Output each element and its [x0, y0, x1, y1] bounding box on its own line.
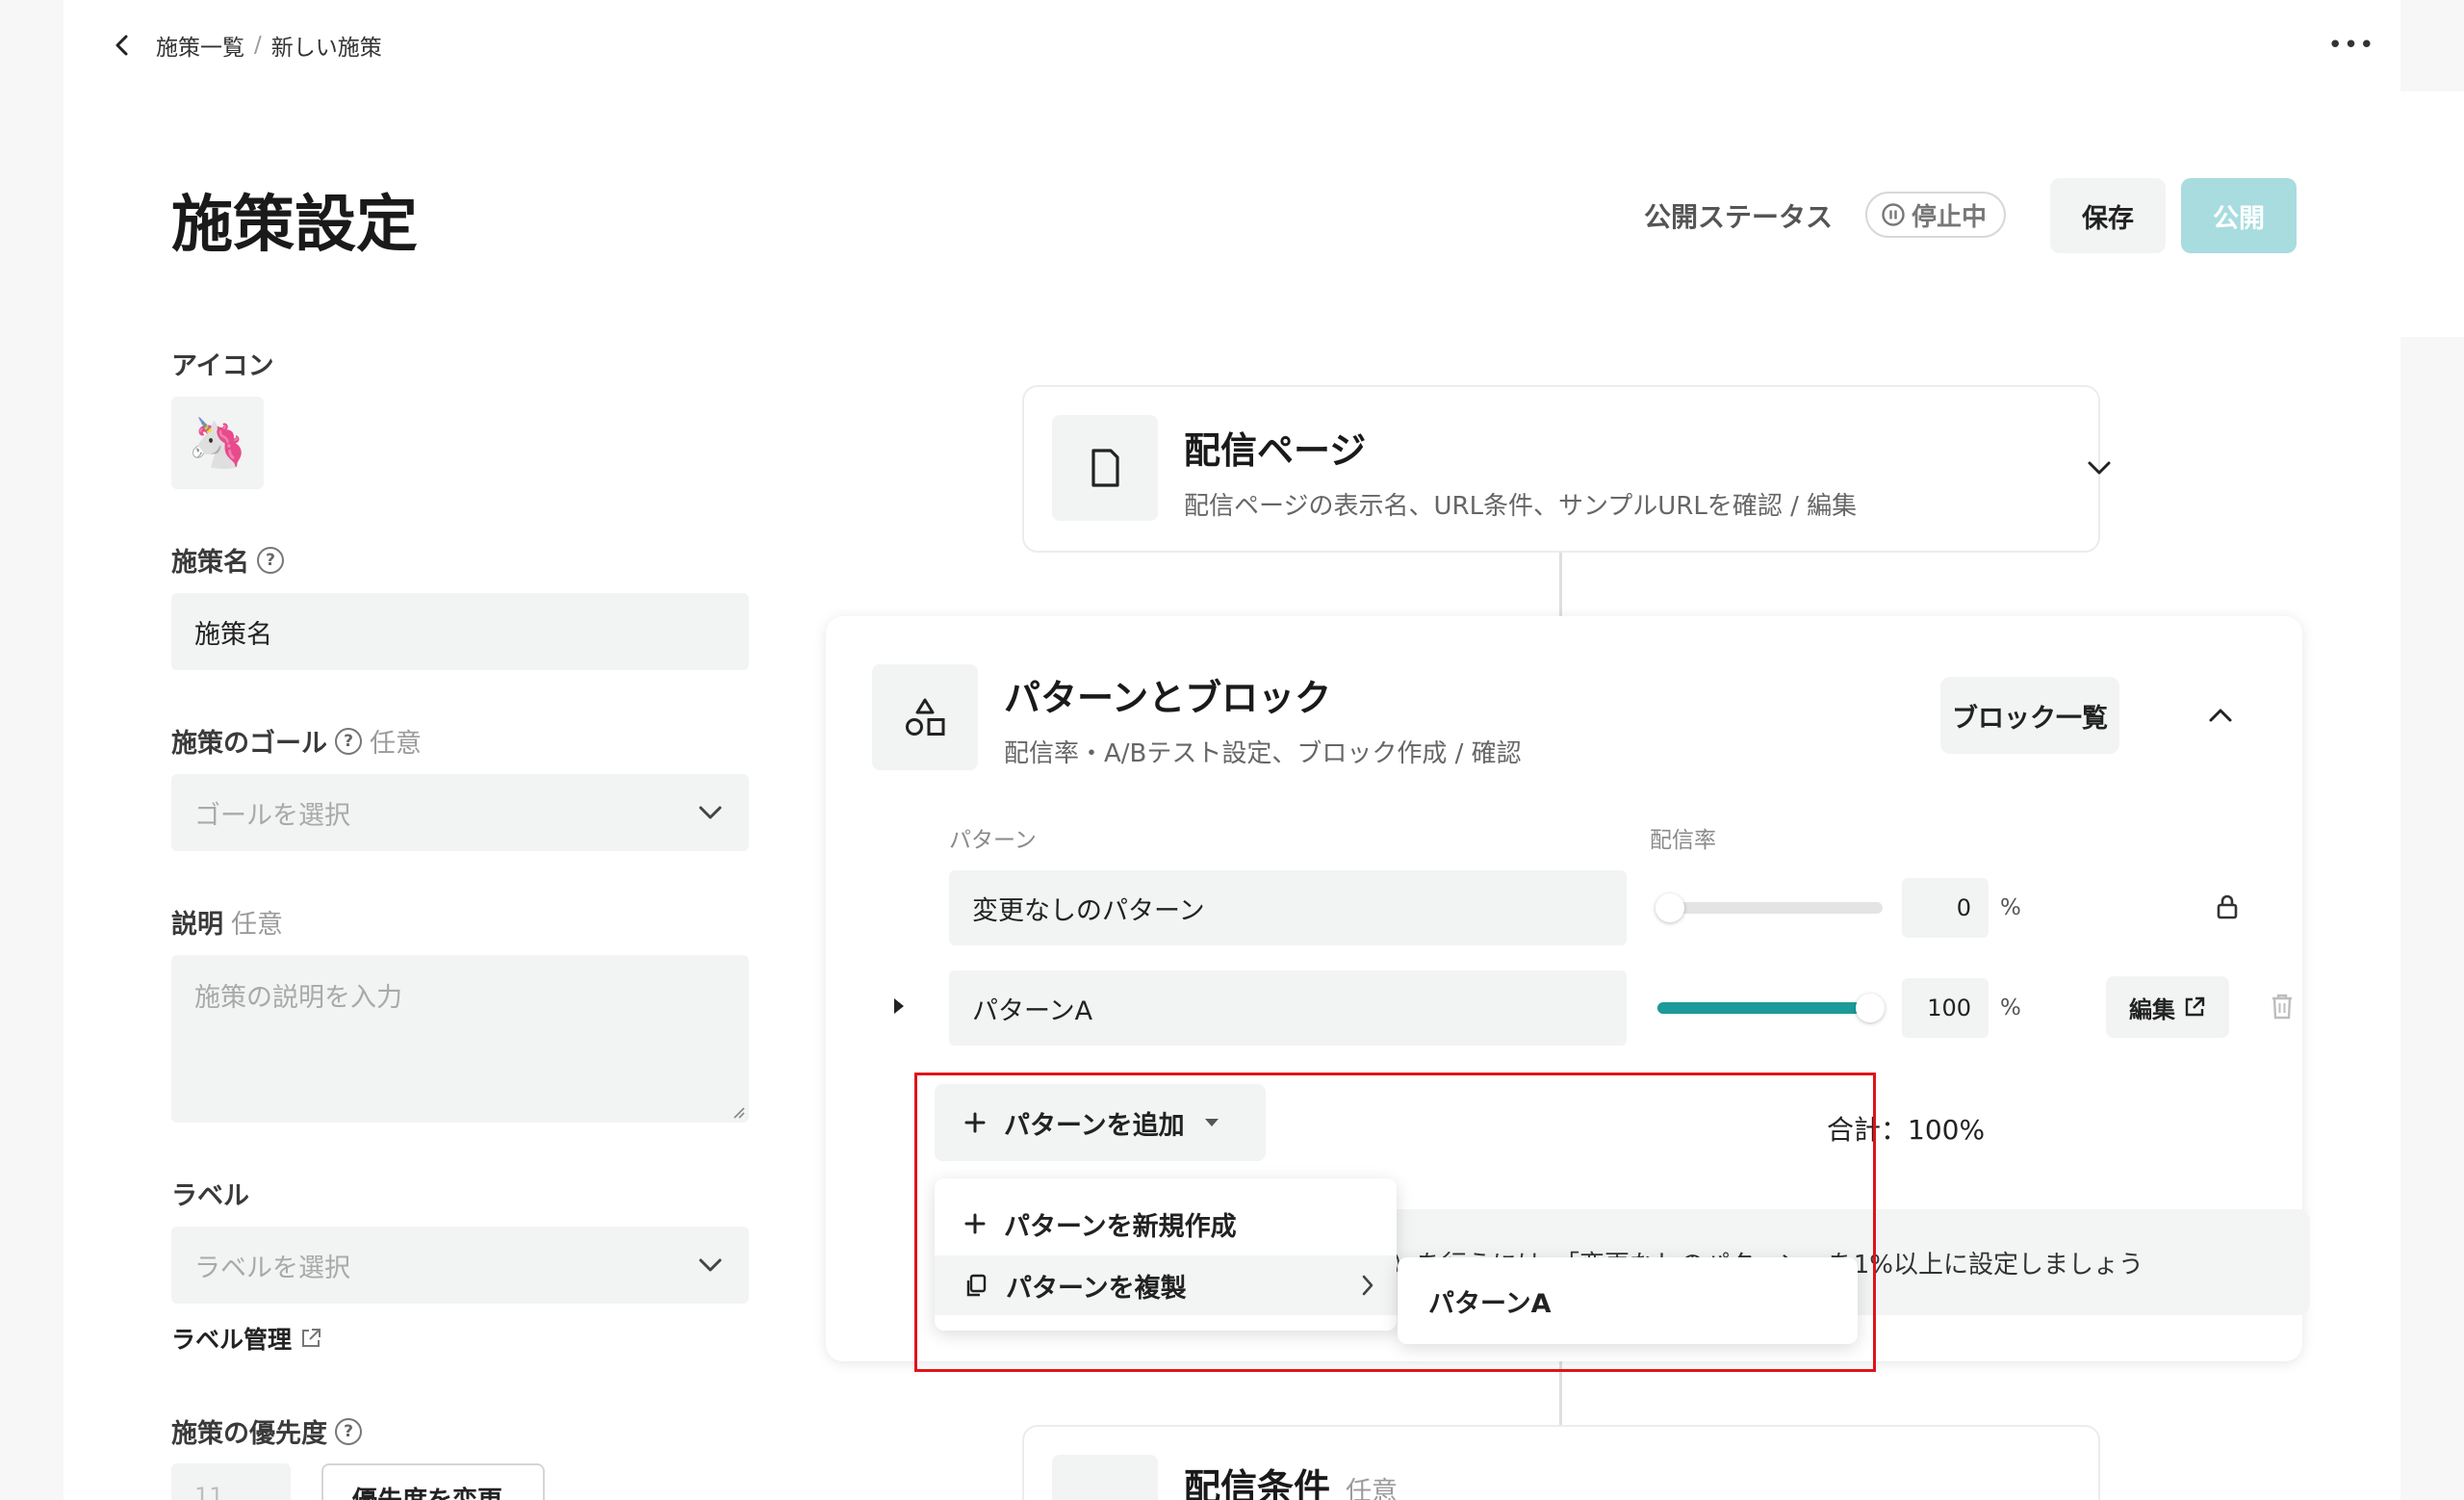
breadcrumb: 施策一覧 / 新しい施策	[156, 29, 382, 62]
optional-tag: 任意	[370, 729, 422, 759]
edit-pattern-button[interactable]: 編集	[2106, 976, 2229, 1038]
rate-input[interactable]: 100	[1902, 978, 1989, 1038]
name-input[interactable]: 施策名	[171, 593, 749, 670]
delivery-page-title: 配信ページ	[1184, 429, 1367, 472]
priority-label-text: 施策の優先度	[171, 1419, 327, 1449]
chevron-down-icon	[697, 1255, 724, 1275]
label-manage-link[interactable]: ラベル管理	[171, 1321, 322, 1356]
right-gutter	[2400, 91, 2464, 337]
publish-button[interactable]: 公開	[2181, 178, 2297, 253]
delivery-conditions-header: 配信条件 任意	[1184, 1458, 1398, 1500]
goal-select-placeholder: ゴールを選択	[194, 800, 350, 831]
trash-icon[interactable]	[2270, 992, 2295, 1021]
percent-unit: %	[2000, 996, 2021, 1021]
optional-tag: 任意	[1346, 1477, 1399, 1500]
rate-slider-fill	[1657, 1002, 1883, 1014]
breadcrumb-current: 新しい施策	[270, 36, 382, 61]
pattern-name-field[interactable]: パターンA	[949, 970, 1627, 1046]
delivery-page-subtitle: 配信ページの表示名、URL条件、サンプルURLを確認 / 編集	[1184, 492, 1858, 521]
status-badge-text: 停止中	[1912, 202, 1988, 232]
description-textarea[interactable]: 施策の説明を入力	[171, 955, 749, 1123]
save-button[interactable]: 保存	[2050, 178, 2166, 253]
chevron-down-icon	[697, 803, 724, 822]
pattern-column-header: パターン	[949, 828, 1037, 853]
change-priority-button[interactable]: 優先度を変更	[321, 1463, 545, 1500]
chevron-up-icon[interactable]	[2206, 704, 2235, 727]
goal-label-text: 施策のゴール	[171, 729, 327, 759]
label-field-label: ラベル	[171, 1175, 249, 1212]
chevron-down-icon[interactable]	[2085, 456, 2114, 479]
optional-tag: 任意	[231, 910, 283, 940]
icon-label: アイコン	[171, 345, 274, 382]
conditions-icon	[1052, 1455, 1158, 1500]
label-select-placeholder: ラベルを選択	[194, 1253, 350, 1283]
label-field-label-text: ラベル	[171, 1181, 249, 1211]
help-icon[interactable]: ?	[257, 546, 284, 574]
shapes-icon	[872, 664, 978, 770]
external-link-icon	[299, 1327, 322, 1350]
percent-unit: %	[2000, 895, 2021, 920]
block-list-button[interactable]: ブロック一覧	[1940, 677, 2119, 754]
more-options-icon[interactable]: •••	[2325, 27, 2377, 64]
name-label-text: 施策名	[171, 548, 249, 578]
description-label: 説明 任意	[171, 903, 283, 941]
delivery-conditions-title: 配信条件	[1184, 1466, 1331, 1500]
goal-select[interactable]: ゴールを選択	[171, 774, 749, 851]
label-manage-text: ラベル管理	[171, 1326, 293, 1354]
patterns-blocks-title: パターンとブロック	[1004, 677, 1332, 719]
status-badge[interactable]: 停止中	[1865, 192, 2006, 238]
label-select[interactable]: ラベルを選択	[171, 1227, 749, 1304]
pattern-name-field[interactable]: 変更なしのパターン	[949, 870, 1627, 945]
goal-label: 施策のゴール ? 任意	[171, 722, 422, 760]
resize-grip-icon[interactable]	[732, 1105, 745, 1119]
rate-input[interactable]: 0	[1902, 878, 1989, 938]
rate-slider-track[interactable]	[1657, 902, 1883, 914]
external-link-icon	[2183, 996, 2206, 1019]
priority-label: 施策の優先度 ?	[171, 1412, 362, 1450]
breadcrumb-parent-link[interactable]: 施策一覧	[156, 29, 244, 62]
breadcrumb-separator: /	[254, 33, 262, 58]
back-chevron-icon[interactable]	[108, 29, 137, 62]
description-placeholder: 施策の説明を入力	[194, 983, 402, 1013]
icon-label-text: アイコン	[171, 351, 274, 381]
help-icon[interactable]: ?	[335, 1417, 362, 1445]
publish-status-label: 公開ステータス	[1644, 201, 1834, 233]
flow-connector	[1559, 551, 1562, 616]
rate-slider-thumb[interactable]	[1656, 893, 1684, 922]
pause-circle-icon	[1881, 202, 1906, 227]
patterns-blocks-subtitle: 配信率・A/Bテスト設定、ブロック作成 / 確認	[1004, 739, 1522, 768]
unicorn-icon[interactable]: 🦄	[171, 397, 264, 489]
rate-slider-thumb[interactable]	[1856, 994, 1885, 1022]
page-canvas: 施策一覧 / 新しい施策 ••• 施策設定 公開ステータス 停止中 保存 公開 …	[64, 0, 2400, 1500]
edit-label: 編集	[2129, 996, 2175, 1023]
rate-column-header: 配信率	[1650, 828, 1716, 853]
description-label-text: 説明	[171, 910, 223, 940]
document-icon	[1052, 415, 1158, 521]
lock-icon[interactable]	[2216, 893, 2239, 920]
page-title: 施策設定	[171, 190, 418, 261]
name-label: 施策名 ?	[171, 541, 284, 579]
expand-triangle-icon[interactable]	[891, 996, 907, 1017]
help-icon[interactable]: ?	[335, 727, 362, 755]
priority-input[interactable]: 11	[171, 1463, 291, 1500]
highlight-annotation-box	[914, 1073, 1876, 1372]
